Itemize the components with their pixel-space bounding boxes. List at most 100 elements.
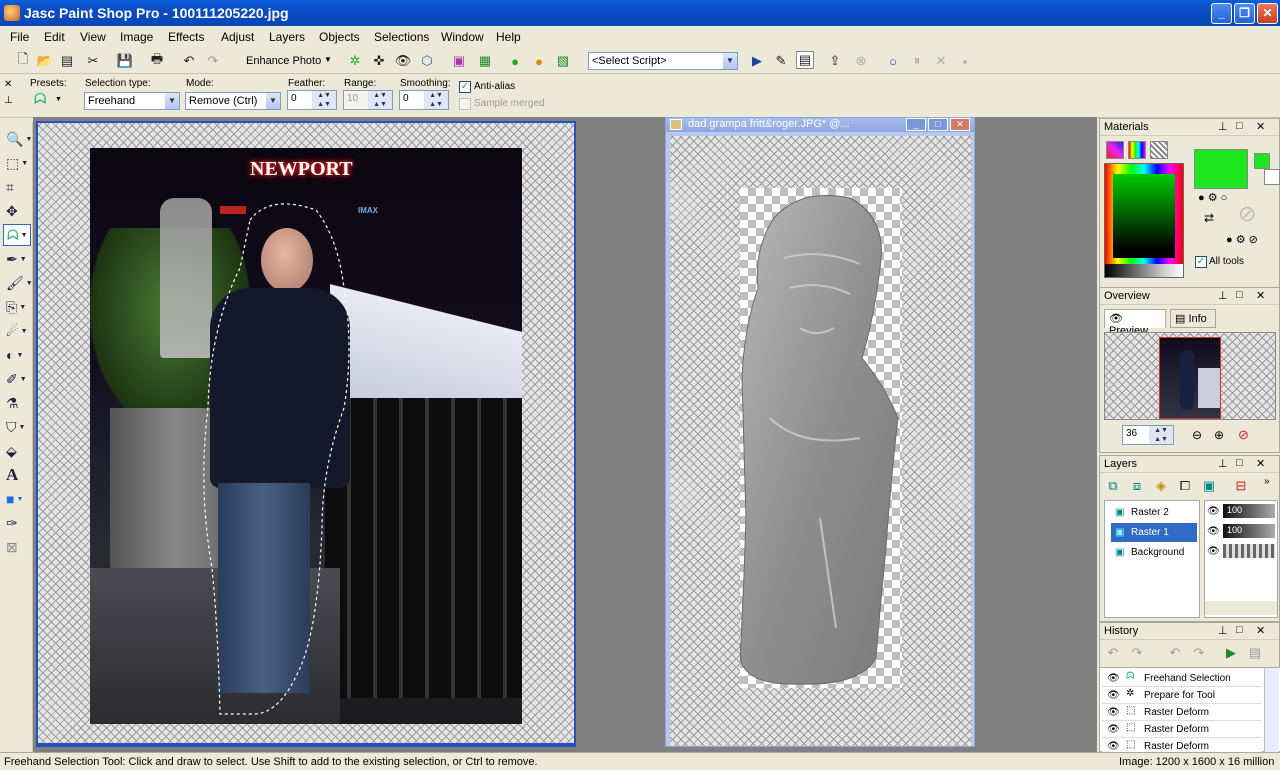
close-icon[interactable]: ✕ — [1256, 120, 1265, 133]
color-tab-icon[interactable] — [1106, 141, 1124, 159]
retouch-tool-icon[interactable]: ☄ ▼ — [3, 320, 31, 342]
menu-objects[interactable]: Objects — [319, 30, 360, 44]
airbrush-tool-icon[interactable]: ⛉ ▼ — [3, 416, 31, 438]
menu-file[interactable]: File — [10, 30, 29, 44]
eye-icon[interactable]: 👁 — [1207, 506, 1220, 517]
color-spectrum[interactable] — [1104, 163, 1184, 278]
spinner-arrows-icon[interactable]: ▲▼ ▲▼ — [368, 91, 392, 109]
menu-view[interactable]: View — [80, 30, 106, 44]
browse-icon[interactable]: ▤ — [58, 52, 76, 70]
maximize-icon[interactable]: □ — [1236, 120, 1243, 132]
flood-fill-tool-icon[interactable]: ⬙ — [3, 440, 31, 462]
pin-icon[interactable]: ⊥ — [4, 95, 13, 106]
globe-icon[interactable]: ● — [506, 52, 524, 70]
zoom-out-icon[interactable]: ⊖ — [1192, 428, 1202, 442]
clear-history-icon[interactable]: ▤ — [1246, 644, 1264, 662]
undo-icon[interactable]: ↶ — [1166, 644, 1184, 662]
doc-close-button[interactable]: ✕ — [950, 118, 970, 131]
enhance-photo-button[interactable]: Enhance Photo — [246, 55, 321, 67]
tab-preview[interactable]: 👁Preview — [1104, 309, 1166, 337]
grayscale-bar[interactable] — [1105, 264, 1183, 277]
landscape-icon[interactable]: ▦ — [476, 52, 494, 70]
print-icon[interactable]: 🖶 — [148, 51, 166, 70]
pin-icon[interactable]: ⊥ — [1218, 120, 1228, 133]
overview-preview[interactable] — [1104, 332, 1276, 420]
edit-script-icon[interactable]: ✎ — [772, 52, 790, 70]
layer-list[interactable]: ▣ Raster 2 ▣ Raster 1 ▣ Background — [1104, 500, 1200, 618]
layer-properties-icon[interactable]: ▣ — [1200, 477, 1218, 495]
layer-row[interactable]: ▣ Raster 2 — [1111, 503, 1197, 522]
chevron-down-icon[interactable]: ▼ — [55, 96, 62, 103]
zoom-in-icon[interactable]: ⊕ — [1214, 428, 1224, 442]
maximize-icon[interactable]: □ — [1236, 289, 1243, 301]
background-style-buttons[interactable]: ● ⚙ ⊘ — [1226, 233, 1258, 246]
chevron-down-icon[interactable]: ▼ — [324, 55, 332, 64]
all-tools-checkbox[interactable]: ✓ — [1195, 256, 1207, 268]
zoom-tool-icon[interactable]: 🔍 ▼ — [3, 128, 32, 150]
antialias-checkbox[interactable]: ✓ — [459, 81, 471, 93]
save-script-icon[interactable]: ▪ — [956, 52, 974, 70]
pin-icon[interactable]: ⊥ — [1218, 624, 1228, 637]
selection-type-select[interactable]: Freehand ▼ — [84, 92, 180, 110]
overview-thumbnail[interactable] — [1159, 337, 1221, 419]
pin-icon[interactable]: ⊥ — [1218, 457, 1228, 470]
menu-effects[interactable]: Effects — [168, 30, 204, 44]
close-icon[interactable]: ✕ — [1256, 624, 1265, 637]
menu-selections[interactable]: Selections — [374, 30, 429, 44]
menu-image[interactable]: Image — [120, 30, 153, 44]
menu-help[interactable]: Help — [496, 30, 521, 44]
run-script-icon[interactable]: ▶ — [748, 52, 766, 70]
foreground-mini-swatch[interactable] — [1254, 153, 1270, 169]
zoom-reset-icon[interactable]: ⊘ — [1238, 427, 1249, 443]
menu-adjust[interactable]: Adjust — [221, 30, 254, 44]
layer-opacity-bar[interactable] — [1223, 544, 1275, 558]
fade-correction-icon[interactable]: ✜ — [370, 52, 388, 70]
cube-icon[interactable]: ⬡ — [418, 52, 436, 70]
toggle-interactive-icon[interactable]: ▤ — [796, 51, 814, 69]
sample-merged-checkbox[interactable] — [459, 98, 471, 110]
app-icon[interactable] — [4, 5, 20, 21]
frame-icon[interactable]: ▧ — [554, 52, 572, 70]
move-tool-icon[interactable]: ✥ — [3, 200, 31, 222]
new-mask-icon[interactable]: ◈ — [1152, 477, 1170, 495]
open-icon[interactable]: 📂 — [36, 52, 54, 70]
eraser-tool-icon[interactable]: ✐ ▼ — [3, 368, 31, 390]
close-icon[interactable]: ✕ — [1256, 457, 1265, 470]
vertical-scrollbar[interactable] — [1264, 668, 1279, 752]
one-step-fix-icon[interactable]: ✲ — [346, 52, 364, 70]
close-icon[interactable]: ✕ — [1256, 289, 1265, 302]
spinner-arrows-icon[interactable]: ▲▼ ▲▼ — [312, 91, 336, 109]
layer-row[interactable]: ▣ Raster 1 — [1111, 523, 1197, 542]
toys-icon[interactable]: ● — [530, 52, 548, 70]
undo-selected-icon[interactable]: ↶ — [1104, 644, 1122, 662]
paint-brush-tool-icon[interactable]: 🖌 ▼ — [3, 272, 33, 294]
document-window-photo[interactable]: NEWPORT IMAX — [36, 121, 576, 747]
style-buttons[interactable]: ● ⚙ ○ — [1198, 191, 1227, 204]
scan-icon[interactable]: ✂ — [84, 52, 102, 70]
document-window-embossed[interactable]: dad.grampa fritt&roger.JPG* @... _ □ ✕ — [665, 117, 975, 747]
freehand-selection-tool-icon[interactable]: ᗣ ▼ — [3, 224, 31, 246]
selection-tool-icon[interactable]: ⬚ ▼ — [3, 152, 31, 174]
shape-tool-icon[interactable]: ■ ▼ — [3, 488, 31, 510]
doc-minimize-button[interactable]: _ — [906, 118, 926, 131]
eye-icon[interactable]: 👁 — [1207, 526, 1220, 537]
new-vector-layer-icon[interactable]: ⧈ — [1128, 477, 1146, 495]
record-icon[interactable]: ○ — [884, 52, 902, 70]
menu-layers[interactable]: Layers — [269, 30, 305, 44]
embossed-canvas-area[interactable] — [670, 136, 972, 746]
crop-tool-icon[interactable]: ⌗ — [3, 176, 31, 198]
transparent-icon[interactable]: ⊘ — [1238, 201, 1256, 227]
spinner-arrows-icon[interactable]: ▲▼ ▲▼ — [424, 91, 448, 109]
text-tool-icon[interactable]: A — [3, 464, 31, 486]
menu-edit[interactable]: Edit — [44, 30, 65, 44]
photo-canvas[interactable]: NEWPORT IMAX — [90, 148, 522, 724]
redo-selected-icon[interactable]: ↷ — [1128, 644, 1146, 662]
pattern-tab-icon[interactable] — [1150, 141, 1168, 159]
mode-select[interactable]: Remove (Ctrl) ▼ — [185, 92, 281, 110]
redo-icon[interactable]: ↷ — [1190, 644, 1208, 662]
duplicate-layer-icon[interactable]: ⧠ — [1176, 477, 1194, 495]
save-icon[interactable]: 💾 — [116, 52, 134, 70]
cancel-script-icon[interactable]: ⊗ — [852, 52, 870, 70]
color-square[interactable] — [1113, 174, 1175, 258]
maximize-icon[interactable]: □ — [1236, 457, 1243, 469]
